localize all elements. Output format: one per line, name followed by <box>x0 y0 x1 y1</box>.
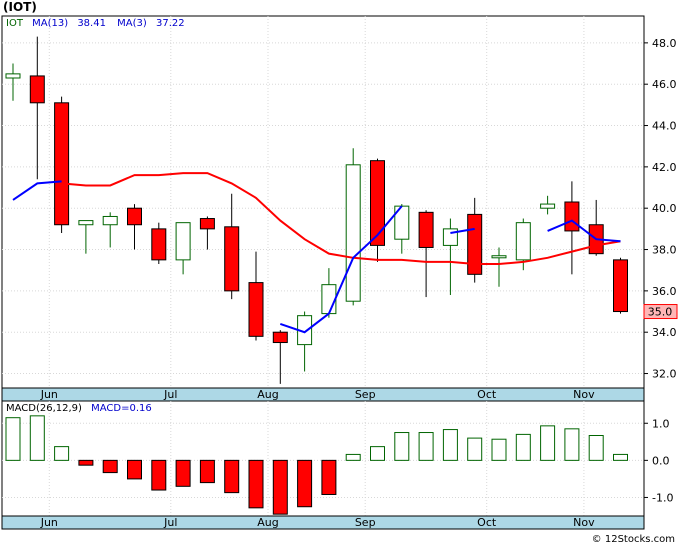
macd-x-tick-label: Oct <box>477 516 497 529</box>
macd-label: MACD(26,12,9) <box>6 403 82 414</box>
macd-x-tick-label: Sep <box>355 516 376 529</box>
macd-bar <box>613 453 628 461</box>
price-y-tick-label: 40.0 <box>652 202 677 215</box>
macd-bar <box>515 433 531 461</box>
last-price-tag: 35.0 <box>643 304 678 320</box>
candle-body <box>418 211 434 248</box>
macd-bar <box>127 459 142 480</box>
macd-bar <box>491 438 507 461</box>
candle-body <box>370 160 385 246</box>
macd-bar <box>29 415 45 461</box>
macd-value-label: MACD=0.16 <box>91 403 152 414</box>
stock-chart: 32.0 34.0 36.0 38.0 40.0 42.0 44.0 46.0 48.0 Jun… <box>1 0 678 545</box>
macd-bar <box>102 459 118 474</box>
candle-body <box>515 222 531 261</box>
legend-ma3-value: 37.22 <box>156 18 185 29</box>
macd-x-tick-label: Jul <box>163 516 177 529</box>
candle-body <box>29 75 45 104</box>
price-y-tick-label: 48.0 <box>652 37 677 50</box>
macd-bar <box>394 432 410 461</box>
macd-y-tick-label: -1.0 <box>652 491 673 504</box>
macd-y-axis: -1.0 0.0 1.0 <box>644 417 673 504</box>
price-x-tick-label: Nov <box>573 388 595 401</box>
candle-body <box>248 282 264 337</box>
macd-bar <box>199 459 215 484</box>
price-y-tick-label: 46.0 <box>652 78 677 91</box>
candle-body <box>78 220 94 226</box>
macd-bar <box>588 435 604 461</box>
price-panel: 32.0 34.0 36.0 38.0 40.0 42.0 44.0 46.0 48.0 Jun… <box>1 15 678 402</box>
macd-bar <box>5 417 21 461</box>
legend-symbol: IOT <box>6 18 24 29</box>
price-y-tick-label: 42.0 <box>652 161 677 174</box>
candle-body <box>540 203 556 209</box>
watermark: © 12Stocks.com <box>592 534 675 545</box>
macd-y-tick-label: 0.0 <box>652 454 670 467</box>
candle-body <box>564 201 580 232</box>
price-y-axis: 32.0 34.0 36.0 38.0 40.0 42.0 44.0 46.0 48.0 <box>644 37 677 381</box>
legend: IOT MA(13) 38.41 MA(3) 37.22 <box>6 18 185 29</box>
macd-bar <box>78 459 94 466</box>
candle-body <box>491 255 507 259</box>
candle-body <box>127 207 142 226</box>
macd-bar <box>272 459 288 515</box>
macd-x-axis-band <box>1 515 645 530</box>
macd-bar <box>321 459 337 495</box>
macd-x-tick-label: Aug <box>257 516 278 529</box>
price-y-tick-label: 44.0 <box>652 120 677 133</box>
legend-ma3-label: MA(3) <box>117 18 147 29</box>
macd-bar <box>54 446 70 461</box>
macd-bar <box>370 446 385 461</box>
macd-bar <box>248 459 264 509</box>
macd-bar <box>297 459 313 508</box>
candle-body <box>345 164 361 302</box>
price-y-tick-label: 32.0 <box>652 368 677 381</box>
candle-body <box>175 222 191 261</box>
legend-ma13-value: 38.41 <box>77 18 106 29</box>
candle-body <box>613 259 628 313</box>
candle-body <box>321 284 337 315</box>
macd-bar <box>540 425 556 461</box>
macd-x-tick-label: Jun <box>40 516 58 529</box>
macd-bar <box>564 428 580 461</box>
macd-bar <box>345 453 361 461</box>
candle-body <box>151 228 167 261</box>
candle-body <box>102 215 118 226</box>
candle-body <box>272 331 288 344</box>
chart-title: (IOT) <box>3 0 37 14</box>
macd-x-tick-label: Nov <box>573 516 595 529</box>
candle-body <box>467 213 483 275</box>
price-x-tick-label: Aug <box>257 388 278 401</box>
candle-body <box>224 226 240 292</box>
candle-body <box>5 73 21 79</box>
candle-body <box>54 102 70 226</box>
macd-bar <box>224 459 240 494</box>
last-price-tag-text: 35.0 <box>648 306 673 319</box>
macd-bar <box>151 459 167 491</box>
macd-y-tick-label: 1.0 <box>652 417 670 430</box>
price-y-tick-label: 34.0 <box>652 326 677 339</box>
price-x-tick-label: Sep <box>355 388 376 401</box>
macd-bar <box>418 432 434 461</box>
price-y-tick-label: 36.0 <box>652 285 677 298</box>
price-x-tick-label: Oct <box>477 388 497 401</box>
macd-bar <box>467 437 483 461</box>
legend-ma13-label: MA(13) <box>32 18 68 29</box>
candle-body <box>199 218 215 230</box>
price-x-tick-label: Jun <box>40 388 58 401</box>
price-x-axis-band <box>1 387 645 402</box>
macd-bar <box>442 429 458 461</box>
macd-bar <box>175 459 191 487</box>
price-y-tick-label: 38.0 <box>652 244 677 257</box>
macd-panel: -1.0 0.0 1.0 Jun Jul Aug Sep Oct Nov MACD(26,12… <box>1 400 673 530</box>
price-x-tick-label: Jul <box>163 388 177 401</box>
macd-legend: MACD(26,12,9) MACD=0.16 <box>6 403 152 414</box>
